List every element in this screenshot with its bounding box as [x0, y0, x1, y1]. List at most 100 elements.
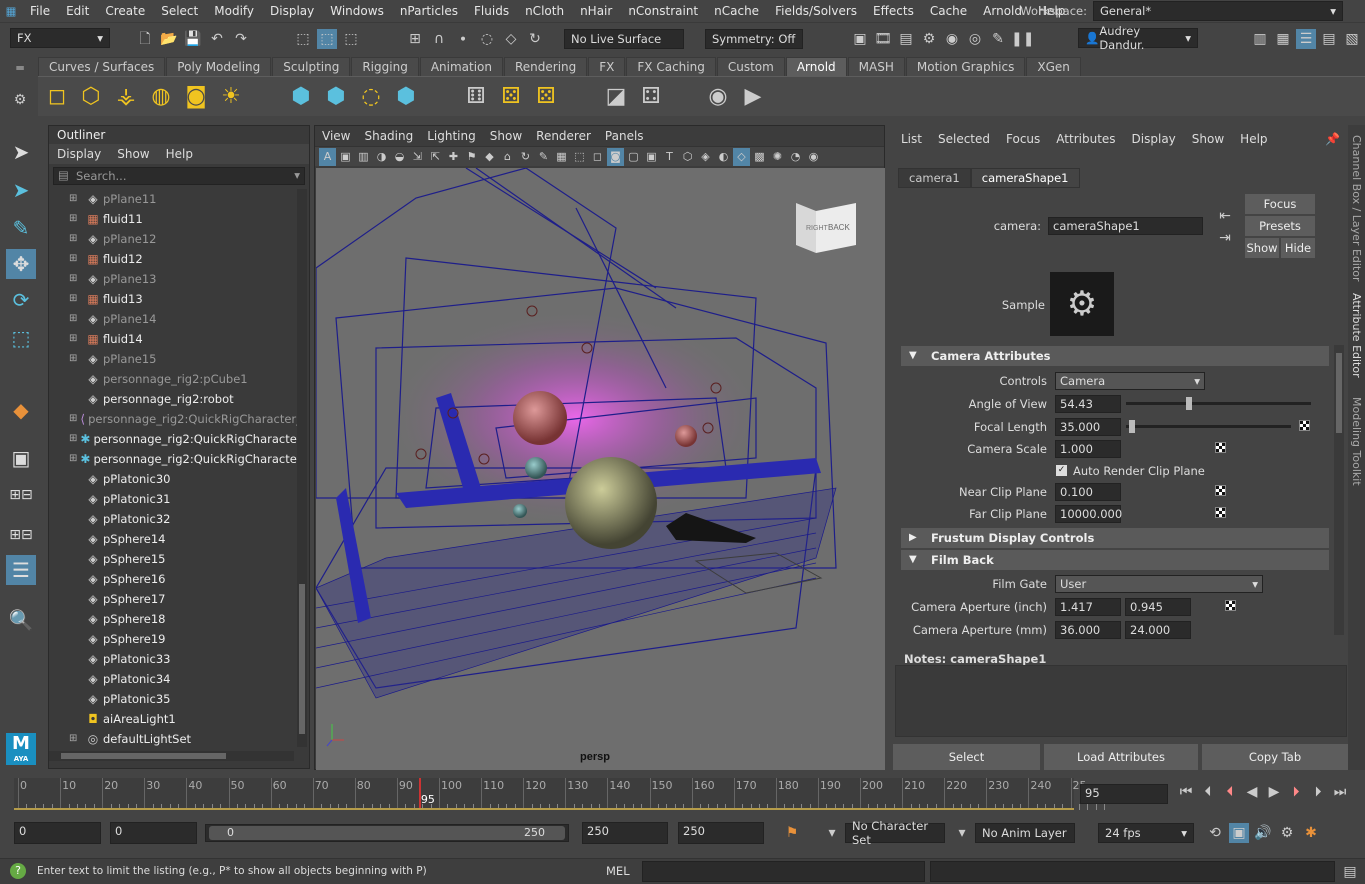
bookmark-icon[interactable]: ▥	[355, 148, 372, 166]
light-manager-icon[interactable]: ◪	[601, 82, 631, 112]
angle-of-view-slider-knob[interactable]	[1185, 397, 1192, 410]
aperture-inch-h-field[interactable]: 0.945	[1125, 598, 1191, 616]
aperture-inch-w-field[interactable]: 1.417	[1055, 598, 1121, 616]
mesh-light-icon[interactable]: ⬡	[76, 82, 106, 112]
two-pane-icon[interactable]: ⊞⊟	[6, 520, 36, 550]
ipr-render-icon[interactable]: ▤	[896, 29, 916, 49]
section-film-back[interactable]: ▼ Film Back	[901, 550, 1329, 570]
outliner-row[interactable]: ◈ pPlatonic33	[49, 649, 297, 669]
ae-menu-attributes[interactable]: Attributes	[1048, 132, 1123, 146]
expand-icon[interactable]	[69, 574, 83, 584]
expand-icon[interactable]	[69, 614, 83, 624]
camera-name-field[interactable]: cameraShape1	[1048, 217, 1203, 235]
last-tool-icon[interactable]: ◆	[6, 395, 36, 425]
outliner-row[interactable]: ⊞ ◈ pPlane13	[49, 269, 297, 289]
snap-live-icon[interactable]: ↻	[525, 29, 545, 49]
expand-icon[interactable]: ⊞	[69, 454, 77, 464]
shelf-tab-custom[interactable]: Custom	[716, 57, 785, 76]
outliner-row[interactable]: ⊞ ▦ fluid12	[49, 249, 297, 269]
menu-modify[interactable]: Modify	[206, 4, 262, 18]
image-plane-icon[interactable]: ◑	[373, 148, 390, 166]
aa-icon[interactable]: ▩	[751, 148, 768, 166]
export-standin-icon[interactable]: ⬢	[321, 82, 351, 112]
menu-nhair[interactable]: nHair	[572, 4, 620, 18]
ae-menu-help[interactable]: Help	[1232, 132, 1275, 146]
outliner-row[interactable]: ◈ pPlatonic30	[49, 469, 297, 489]
expand-icon[interactable]	[69, 394, 83, 404]
menu-windows[interactable]: Windows	[322, 4, 392, 18]
resolution-gate-icon[interactable]: ⚑	[463, 148, 480, 166]
light-portal-icon[interactable]: ◙	[181, 82, 211, 112]
shelf-menu-icon[interactable]: ═	[10, 58, 30, 78]
lasso-tool-icon[interactable]: ➤	[6, 175, 36, 205]
presets-button[interactable]: Presets	[1245, 216, 1315, 236]
step-back-key-icon[interactable]: ⏴	[1220, 782, 1240, 802]
film-gate-icon[interactable]: ✚	[445, 148, 462, 166]
search-icon[interactable]: 🔍	[6, 605, 36, 635]
new-scene-icon[interactable]: 🗋	[135, 29, 155, 49]
shelf-tab-mash[interactable]: MASH	[847, 57, 905, 76]
outliner-row[interactable]: ⊞ ✱ personnage_rig2:QuickRigCharacter_	[49, 449, 297, 469]
anim-layer-dropdown[interactable]: No Anim Layer	[975, 823, 1075, 843]
current-frame-field[interactable]: 95	[1080, 784, 1168, 804]
mel-label[interactable]: MEL	[606, 864, 630, 878]
input-connection-icon[interactable]: ⇤	[1215, 206, 1235, 226]
output-connection-icon[interactable]: ⇥	[1215, 228, 1235, 248]
shelf-tab-rendering[interactable]: Rendering	[504, 57, 588, 76]
outliner-row[interactable]: ⊞ ◈ pPlane15	[49, 349, 297, 369]
expand-icon[interactable]: ⊞	[69, 414, 77, 424]
tab-camerashape1[interactable]: cameraShape1	[970, 168, 1080, 188]
snap-point-icon[interactable]: ∙	[453, 29, 473, 49]
four-pane-icon[interactable]: ⊞⊟	[6, 480, 36, 510]
menu-display[interactable]: Display	[262, 4, 322, 18]
tab-modeling-toolkit[interactable]: Modeling Toolkit	[1350, 397, 1363, 486]
2d-pan-icon[interactable]: ◒	[391, 148, 408, 166]
menu-create[interactable]: Create	[97, 4, 153, 18]
dof-icon[interactable]: ✺	[769, 148, 786, 166]
anim-end-field[interactable]: 250	[582, 822, 668, 844]
snap-view-icon[interactable]: ◌	[477, 29, 497, 49]
select-button[interactable]: Select	[893, 744, 1040, 770]
shelf-tab-animation[interactable]: Animation	[419, 57, 503, 76]
menu-effects[interactable]: Effects	[865, 4, 922, 18]
outliner-row[interactable]: ⊞ ◎ defaultLightSet	[49, 729, 297, 747]
show-button[interactable]: Show	[1245, 238, 1279, 258]
default-material-icon[interactable]: ◙	[607, 148, 624, 166]
expand-icon[interactable]	[69, 694, 83, 704]
shelf-tab-fx[interactable]: FX	[588, 57, 626, 76]
shelf-tab-sculpting[interactable]: Sculpting	[272, 57, 351, 76]
copy-tab-button[interactable]: Copy Tab	[1202, 744, 1348, 770]
redo-icon[interactable]: ↷	[231, 29, 251, 49]
outliner-row[interactable]: ◈ personnage_rig2:pCube1	[49, 369, 297, 389]
loop-icon[interactable]: ⟲	[1205, 823, 1225, 843]
exposure-icon[interactable]: ◉	[805, 148, 822, 166]
fps-dropdown[interactable]: 24 fps ▾	[1098, 823, 1194, 843]
safe-title-icon[interactable]: ✎	[535, 148, 552, 166]
outliner-row[interactable]: ◘ aiAreaLight1	[49, 709, 297, 729]
character-set-dropdown[interactable]: No Character Set	[845, 819, 945, 847]
expand-icon[interactable]	[69, 674, 83, 684]
menu-select[interactable]: Select	[153, 4, 206, 18]
angle-of-view-slider[interactable]	[1126, 397, 1311, 410]
outliner-vscrollbar[interactable]	[297, 189, 307, 747]
expand-icon[interactable]	[69, 514, 83, 524]
flush-texture-icon[interactable]: ⚅	[461, 82, 491, 112]
expand-icon[interactable]	[69, 474, 83, 484]
tool-settings-icon[interactable]: ▤	[1319, 29, 1339, 49]
expand-icon[interactable]: ⊞	[69, 734, 83, 744]
snap-surface-icon[interactable]: ◇	[501, 29, 521, 49]
outliner-menu-help[interactable]: Help	[158, 147, 201, 161]
xray-icon[interactable]: ◐	[715, 148, 732, 166]
outliner-row[interactable]: ⊞ ▦ fluid11	[49, 209, 297, 229]
viewport-menu-view[interactable]: View	[315, 129, 357, 143]
move-tool-icon[interactable]: ✥	[6, 249, 36, 279]
area-light-icon[interactable]: ◻	[42, 82, 72, 112]
expand-icon[interactable]	[69, 714, 83, 724]
smooth-shade-icon[interactable]: ⬚	[571, 148, 588, 166]
field-chart-icon[interactable]: ⌂	[499, 148, 516, 166]
menu-fields-solvers[interactable]: Fields/Solvers	[767, 4, 865, 18]
outliner-row[interactable]: ◈ pSphere17	[49, 589, 297, 609]
wireframe-on-shaded-icon[interactable]: ◻	[589, 148, 606, 166]
expand-icon[interactable]: ⊞	[69, 434, 77, 444]
aperture-mm-h-field[interactable]: 24.000	[1125, 621, 1191, 639]
